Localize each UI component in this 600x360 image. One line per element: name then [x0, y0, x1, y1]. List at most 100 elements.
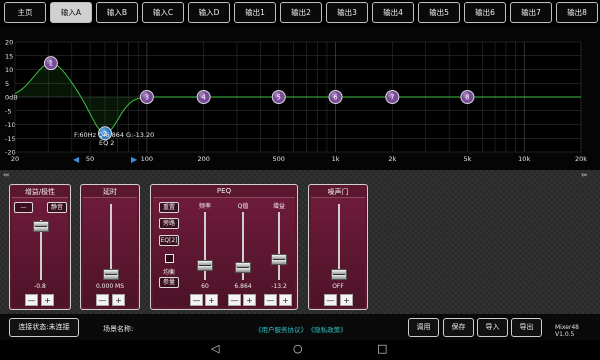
- connection-status-button[interactable]: 连接状态:未连接: [9, 318, 79, 337]
- y-tick-label: -5: [5, 107, 11, 115]
- peq-gain-decrease-button[interactable]: —: [264, 294, 277, 306]
- scroll-left-icon[interactable]: ‹‹‹: [3, 171, 9, 179]
- peq-band-button[interactable]: EQ[2]: [159, 235, 179, 246]
- tab-1[interactable]: 主页: [4, 2, 46, 23]
- x-tick-label: 2k: [388, 155, 396, 163]
- peq-freq-value: 60: [201, 283, 209, 290]
- scene-name-label: 场景名称:: [103, 325, 134, 333]
- peq-freq-increase-button[interactable]: +: [205, 294, 218, 306]
- eq-point-3[interactable]: 3: [139, 90, 154, 104]
- peq-linkage-label: 均衡: [162, 269, 175, 276]
- eq-graph-svg[interactable]: 20151050dB-5-10-15-2020 50 100 200 500 1k 2k 5k…: [0, 28, 600, 170]
- peq-gain-label: 增益: [272, 203, 285, 210]
- mute-button[interactable]: 静音: [47, 202, 67, 213]
- tab-7[interactable]: 输出2: [280, 2, 322, 23]
- gain-increase-button[interactable]: +: [41, 294, 54, 306]
- privacy-policy-link[interactable]: 《隐私政策》: [311, 326, 347, 334]
- noise-gate-increase-button[interactable]: +: [340, 294, 353, 306]
- channel-panel-area: ‹‹‹ ››› 增益/极性 — 静音 -0.8 — + 延时 0.000 MS …: [0, 170, 600, 314]
- noise-gate-slider-knob[interactable]: [331, 269, 347, 280]
- x-tick-label: 50: [86, 155, 94, 163]
- noise-gate-decrease-button[interactable]: —: [324, 294, 337, 306]
- peq-gain-value: -13.2: [271, 283, 287, 290]
- peq-gain-slider-track[interactable]: [278, 212, 280, 280]
- eq-readout-band: EQ 2: [99, 139, 115, 147]
- system-nav-bar: ◁ ○ □: [0, 340, 600, 360]
- y-tick-label: -10: [5, 121, 16, 129]
- tab-4[interactable]: 输入C: [142, 2, 184, 23]
- scroll-right-icon[interactable]: ›››: [581, 171, 587, 179]
- peq-panel-title: PEQ: [216, 187, 232, 195]
- tab-2[interactable]: 输入A: [50, 2, 92, 23]
- peq-freq-slider-knob[interactable]: [197, 260, 213, 271]
- import-button[interactable]: 导入: [477, 318, 508, 337]
- recents-icon[interactable]: □: [377, 343, 387, 355]
- export-button[interactable]: 导出: [511, 318, 542, 337]
- gain-decrease-button[interactable]: —: [25, 294, 38, 306]
- peq-param-button[interactable]: 参量: [159, 277, 179, 288]
- gain-value: -0.8: [34, 283, 46, 290]
- tab-3[interactable]: 输入B: [96, 2, 138, 23]
- peq-q-slider-knob[interactable]: [235, 262, 251, 273]
- eq-point-1[interactable]: 1: [43, 56, 58, 71]
- x-tick-label: 10k: [518, 155, 530, 163]
- tab-13[interactable]: 输出8: [556, 2, 598, 23]
- eq-graph[interactable]: 20 15 10 5 0dB -5 -10 -15 -20 20 50 100 200 500 1k 2k 5k…: [0, 28, 600, 170]
- back-icon[interactable]: ◁: [211, 343, 219, 355]
- gain-polarity-panel: 增益/极性 — 静音 -0.8 — +: [9, 184, 71, 310]
- eq-point-label: 1: [49, 60, 53, 68]
- eq-point-8[interactable]: 8: [460, 90, 475, 104]
- peq-gain-increase-button[interactable]: +: [279, 294, 292, 306]
- y-tick-label: -15: [5, 135, 16, 143]
- eq-point-label: 5: [277, 94, 281, 102]
- freq-right-arrow-icon[interactable]: ▶: [131, 156, 137, 164]
- eq-point-5[interactable]: 5: [271, 90, 286, 104]
- noise-gate-value: OFF: [332, 283, 344, 290]
- home-icon[interactable]: ○: [293, 343, 303, 355]
- bottom-toolbar: 连接状态:未连接 场景名称: 《用户服务协议》 《隐私政策》 调用 保存 导入 导…: [0, 314, 600, 340]
- load-preset-button[interactable]: 调用: [408, 318, 439, 337]
- gain-slider-knob[interactable]: [33, 220, 49, 232]
- user-agreement-link[interactable]: 《用户服务协议》: [255, 326, 307, 334]
- tab-5[interactable]: 输入D: [188, 2, 230, 23]
- tab-11[interactable]: 输出6: [464, 2, 506, 23]
- noise-gate-title: 噪声门: [327, 188, 349, 196]
- y-tick-label: 10: [5, 66, 13, 74]
- app-version: Mixer48 V1.0.5: [555, 324, 580, 338]
- delay-slider-knob[interactable]: [103, 269, 119, 280]
- eq-point-7[interactable]: 7: [385, 90, 400, 104]
- delay-value: 0.000 MS: [95, 283, 125, 290]
- peq-bypass-button[interactable]: 旁路: [159, 218, 179, 229]
- x-tick-label: 200: [197, 155, 209, 163]
- tab-12[interactable]: 输出7: [510, 2, 552, 23]
- x-tick-label: 1k: [332, 155, 340, 163]
- freq-left-arrow-icon[interactable]: ◀: [73, 156, 79, 164]
- delay-decrease-button[interactable]: —: [96, 294, 109, 306]
- delay-panel-title: 延时: [103, 188, 117, 196]
- y-tick-label: 5: [5, 80, 9, 88]
- tab-9[interactable]: 输出4: [372, 2, 414, 23]
- peq-linkage-checkbox[interactable]: [165, 254, 174, 263]
- peq-q-increase-button[interactable]: +: [243, 294, 256, 306]
- legal-links: 《用户服务协议》 《隐私政策》: [255, 324, 351, 334]
- eq-point-6[interactable]: 6: [328, 90, 343, 104]
- delay-panel: 延时 0.000 MS — +: [80, 184, 140, 310]
- tab-10[interactable]: 输出5: [418, 2, 460, 23]
- tab-8[interactable]: 输出3: [326, 2, 368, 23]
- polarity-button[interactable]: —: [14, 202, 33, 213]
- delay-increase-button[interactable]: +: [112, 294, 125, 306]
- save-preset-button[interactable]: 保存: [443, 318, 474, 337]
- channel-tab-bar: 主页 输入A 输入B 输入C 输入D 输出1 输出2 输出3 输出4 输出5 输出6 输出7 输出8: [0, 0, 600, 27]
- peq-freq-label: 频率: [198, 203, 211, 210]
- peq-q-decrease-button[interactable]: —: [228, 294, 241, 306]
- y-tick-label: 15: [5, 52, 13, 60]
- x-tick-label: 100: [141, 155, 153, 163]
- peq-freq-decrease-button[interactable]: —: [190, 294, 203, 306]
- y-tick-label: 20: [5, 39, 13, 47]
- peq-gain-slider-knob[interactable]: [271, 254, 287, 265]
- peq-reset-button[interactable]: 重置: [159, 202, 179, 213]
- tab-6[interactable]: 输出1: [234, 2, 276, 23]
- eq-point-label: 4: [201, 94, 206, 102]
- peq-q-label: Q值: [237, 203, 249, 210]
- eq-point-4[interactable]: 4: [196, 90, 211, 104]
